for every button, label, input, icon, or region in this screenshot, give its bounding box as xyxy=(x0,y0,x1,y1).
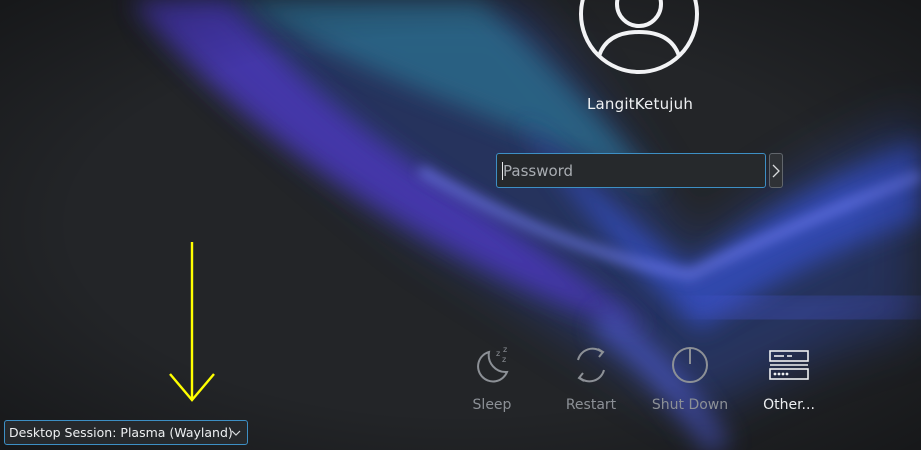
power-icon xyxy=(672,347,708,383)
user-avatar-icon[interactable] xyxy=(577,0,701,76)
desktop-session-label: Desktop Session: Plasma (Wayland) xyxy=(9,425,233,440)
username-label: LangitKetujuh xyxy=(586,95,694,113)
sleep-label: Sleep xyxy=(472,397,512,413)
chevron-right-icon xyxy=(772,164,780,177)
password-input[interactable] xyxy=(497,154,765,187)
desktop-session-select[interactable]: Desktop Session: Plasma (Wayland) xyxy=(4,420,248,445)
sleep-button[interactable]: z z z Sleep xyxy=(442,340,542,413)
svg-text:z: z xyxy=(502,355,506,364)
other-button[interactable]: Other... xyxy=(739,340,839,413)
svg-text:z: z xyxy=(503,345,507,354)
login-button[interactable] xyxy=(769,153,783,188)
password-field-container[interactable] xyxy=(496,153,766,188)
other-users-icon xyxy=(769,350,809,380)
annotation-arrow-icon xyxy=(169,242,215,402)
chevron-down-icon xyxy=(231,430,241,436)
text-cursor xyxy=(502,162,503,180)
shutdown-button[interactable]: Shut Down xyxy=(640,340,740,413)
restart-label: Restart xyxy=(565,397,617,413)
other-label: Other... xyxy=(763,397,815,413)
restart-button[interactable]: Restart xyxy=(541,340,641,413)
svg-text:z: z xyxy=(496,349,500,358)
restart-icon xyxy=(577,347,605,383)
sleep-icon: z z z xyxy=(477,345,509,383)
shutdown-label: Shut Down xyxy=(651,397,729,413)
